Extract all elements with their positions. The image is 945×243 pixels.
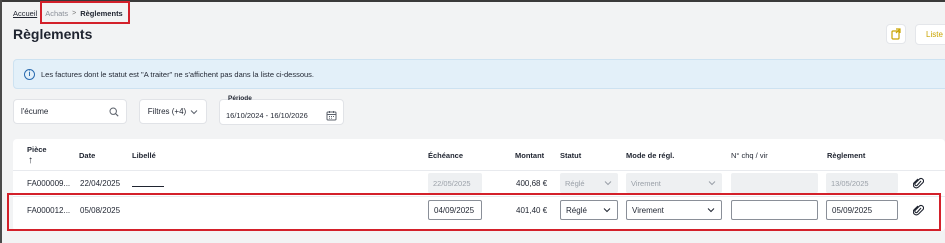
row-date: 22/04/2025 <box>80 179 121 188</box>
row-piece[interactable]: FA000012... <box>27 206 70 215</box>
row-statut-select: Réglé <box>560 173 618 193</box>
list-button-label: Liste <box>926 30 943 39</box>
window-top-border <box>0 0 945 2</box>
row-date: 05/08/2025 <box>80 206 121 215</box>
row-libelle-empty <box>128 203 210 218</box>
info-icon: i <box>24 68 35 80</box>
header-divider <box>13 170 945 171</box>
page-title: Règlements <box>13 26 93 42</box>
col-header-libelle[interactable]: Libellé <box>132 151 156 160</box>
breadcrumb-highlight <box>40 1 130 24</box>
filters-label: Filtres (+4) <box>147 107 187 116</box>
col-header-cheque[interactable]: N° chq / vir <box>731 151 768 160</box>
breadcrumb: Accueil Achats > Règlements <box>13 1 130 24</box>
chevron-down-icon <box>603 208 611 213</box>
period-field[interactable]: 16/10/2024 - 16/10/2026 <box>219 99 344 125</box>
row-montant: 400,68 € <box>516 179 548 188</box>
col-header-mode[interactable]: Mode de régl. <box>626 151 674 160</box>
row-statut-select[interactable]: Réglé <box>560 200 618 220</box>
period-value: 16/10/2024 - 16/10/2026 <box>226 110 308 120</box>
paperclip-icon[interactable] <box>913 177 924 189</box>
row-echeance-value: 22/05/2025 <box>433 178 471 188</box>
search-input[interactable] <box>21 107 109 116</box>
chevron-down-icon <box>190 109 198 114</box>
row-libelle-blank <box>132 186 164 187</box>
col-header-date[interactable]: Date <box>79 151 95 160</box>
row-mode-value: Virement <box>632 205 664 215</box>
chevron-down-icon <box>707 208 715 213</box>
row-echeance-value: 04/09/2025 <box>434 205 475 215</box>
row-echeance-input[interactable]: 04/09/2025 <box>428 200 482 220</box>
row-statut-value: Réglé <box>565 178 585 188</box>
col-header-statut[interactable]: Statut <box>560 151 581 160</box>
paperclip-icon[interactable] <box>913 204 924 216</box>
row-montant: 401,40 € <box>516 206 548 215</box>
search-icon <box>109 106 119 117</box>
list-button[interactable]: Liste <box>915 24 945 45</box>
col-header-reglement[interactable]: Règlement <box>827 151 865 160</box>
row-cheque-field <box>731 173 818 193</box>
export-icon <box>891 28 901 40</box>
row-reglement-field: 13/05/2025 <box>826 173 898 193</box>
row-mode-value: Virement <box>631 178 661 188</box>
row-reglement-input[interactable]: 05/09/2025 <box>826 200 898 220</box>
filters-button[interactable]: Filtres (+4) <box>139 99 207 124</box>
row-mode-select: Virement <box>626 173 722 193</box>
breadcrumb-home-link[interactable]: Accueil <box>13 9 37 18</box>
search-field[interactable] <box>13 99 127 124</box>
window-left-border <box>0 0 2 243</box>
chevron-down-icon <box>708 181 716 186</box>
row-echeance-field: 22/05/2025 <box>428 173 482 193</box>
col-header-piece[interactable]: Pièce <box>27 145 47 154</box>
row-statut-value: Réglé <box>566 205 587 215</box>
row-reglement-value: 05/09/2025 <box>832 205 873 215</box>
row-reglement-value: 13/05/2025 <box>831 178 869 188</box>
row-cheque-input[interactable] <box>731 200 818 220</box>
row-piece[interactable]: FA000009... <box>27 179 70 188</box>
chevron-down-icon <box>604 181 612 186</box>
export-button[interactable] <box>886 24 906 44</box>
col-header-montant[interactable]: Montant <box>515 151 544 160</box>
calendar-icon[interactable] <box>326 110 337 121</box>
period-label: Période <box>228 95 252 102</box>
info-banner-text: Les factures dont le statut est "A trait… <box>41 69 315 79</box>
sort-ascending-icon[interactable]: ↑ <box>28 155 33 166</box>
row-mode-select[interactable]: Virement <box>626 200 722 220</box>
col-header-echeance[interactable]: Échéance <box>428 151 463 160</box>
info-banner: i Les factures dont le statut est "A tra… <box>13 59 945 89</box>
